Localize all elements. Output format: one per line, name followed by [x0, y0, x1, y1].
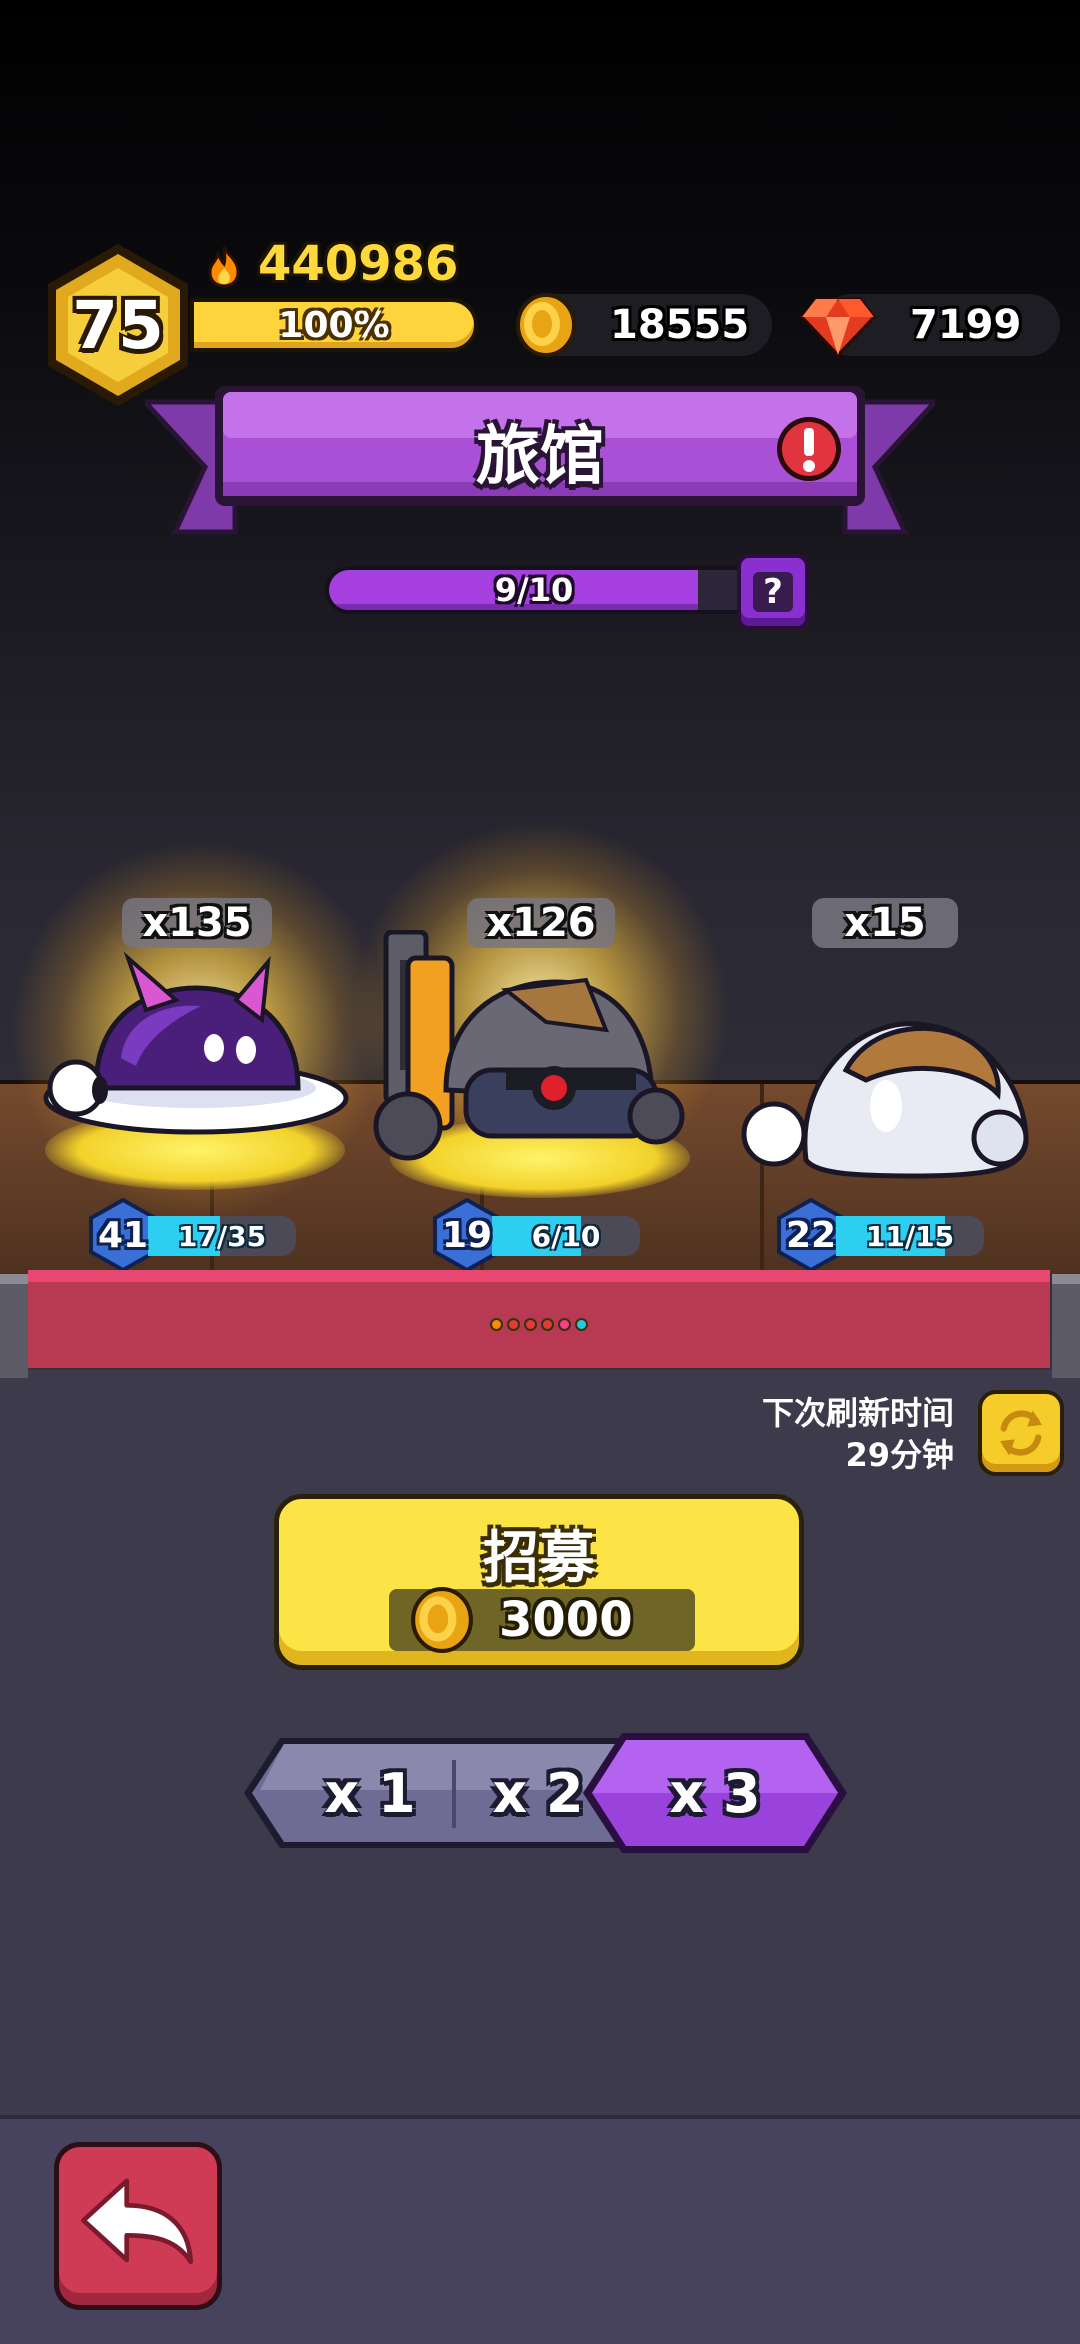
- refresh-label: 下次刷新时间: [761, 1394, 954, 1432]
- page-dot: [490, 1318, 503, 1331]
- hero-progress-bar: 6/10: [492, 1216, 640, 1256]
- hero-progress-bar: 11/15: [836, 1216, 984, 1256]
- hero-progress-label: 11/15: [865, 1219, 955, 1253]
- hero-level: 6/10 19: [432, 1198, 648, 1272]
- recruit-button[interactable]: 招募 3000: [274, 1494, 804, 1670]
- recruit-cost: 3000: [389, 1587, 695, 1653]
- page-title: 旅馆: [476, 420, 604, 494]
- page-dot: [575, 1318, 588, 1331]
- refresh-time: 29分钟: [845, 1436, 954, 1474]
- back-button[interactable]: [54, 2142, 222, 2310]
- hero-progress-label: 17/35: [177, 1219, 267, 1253]
- multiplier-x3-button[interactable]: x 3: [600, 1730, 830, 1856]
- xp-bar-label: 100%: [278, 304, 390, 346]
- hero-count: x135: [122, 898, 272, 948]
- coin-icon: [411, 1587, 473, 1653]
- back-arrow-icon: [81, 2178, 194, 2265]
- multiplier-selector: x 1 x 2 x 3: [240, 1730, 850, 1856]
- hero-ghost-icon[interactable]: [736, 1010, 1036, 1180]
- hero-ufo-icon[interactable]: [36, 948, 350, 1148]
- xp-bar: 100%: [190, 298, 478, 352]
- question-icon: ?: [753, 572, 793, 612]
- refresh-timer: 下次刷新时间 29分钟: [762, 1392, 954, 1476]
- hero-count: x15: [812, 898, 958, 948]
- multiplier-x1-button[interactable]: x 1: [300, 1730, 440, 1856]
- hero-level-number: 22: [785, 1214, 837, 1256]
- hero-knight-icon[interactable]: [356, 930, 686, 1170]
- recruit-label: 招募: [483, 1526, 595, 1591]
- page-indicator: [490, 1318, 588, 1331]
- ruby-icon: [800, 297, 876, 357]
- gem-value: 7199: [910, 302, 1022, 348]
- recruit-progress-label: 9/10: [494, 571, 574, 609]
- refresh-button[interactable]: [978, 1390, 1064, 1476]
- help-button[interactable]: ?: [737, 554, 809, 630]
- coin-icon: [516, 293, 576, 357]
- hero-level-number: 19: [441, 1214, 493, 1256]
- page-dot: [558, 1318, 571, 1331]
- carpet-edge: [1052, 1274, 1080, 1378]
- carpet-edge: [0, 1274, 28, 1378]
- hero-progress-bar: 17/35: [148, 1216, 296, 1256]
- page-dot: [524, 1318, 537, 1331]
- hero-level: 11/15 22: [776, 1198, 992, 1272]
- power-value: 440986: [258, 236, 459, 292]
- recruit-progress-bar: 9/10: [325, 566, 743, 614]
- page-dot: [541, 1318, 554, 1331]
- gold-value: 18555: [610, 302, 750, 348]
- refresh-icon: [1000, 1410, 1042, 1456]
- hero-progress-label: 6/10: [531, 1219, 601, 1253]
- divider: [452, 1760, 456, 1828]
- recruit-cost-value: 3000: [499, 1592, 633, 1648]
- exclamation-icon[interactable]: [774, 414, 844, 484]
- flame-icon: [208, 246, 240, 288]
- hero-level: 17/35 41: [88, 1198, 304, 1272]
- page-dot: [507, 1318, 520, 1331]
- hero-level-number: 41: [97, 1214, 149, 1256]
